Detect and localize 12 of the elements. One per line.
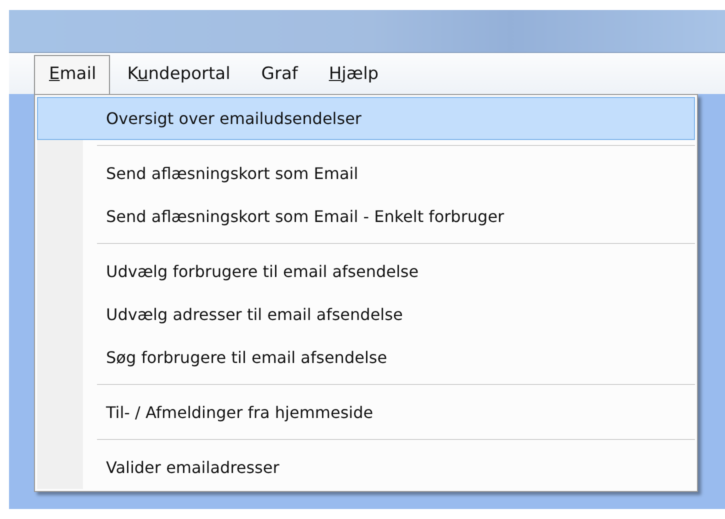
menu-option[interactable]: Send aflæsningskort som Email [37, 152, 695, 195]
menu-item[interactable]: Kundeportal [112, 55, 244, 94]
menu-option[interactable]: Til- / Afmeldinger fra hjemmeside [37, 391, 695, 434]
menu-item[interactable]: Graf [246, 55, 312, 94]
menu-option[interactable]: Valider emailadresser [37, 446, 695, 489]
menu-option[interactable]: Oversigt over emailudsendelser [37, 97, 695, 140]
menu-option[interactable]: Send aflæsningskort som Email - Enkelt forbruger [37, 195, 695, 238]
menu-option[interactable]: Søg forbrugere til email afsendelse [37, 336, 695, 379]
menu-item[interactable]: Hjælp [314, 55, 393, 94]
menu-option[interactable]: Udvælg adresser til email afsendelse [37, 293, 695, 336]
menu-option[interactable]: Udvælg forbrugere til email afsendelse [37, 250, 695, 293]
menu-item[interactable]: Email [34, 55, 110, 94]
